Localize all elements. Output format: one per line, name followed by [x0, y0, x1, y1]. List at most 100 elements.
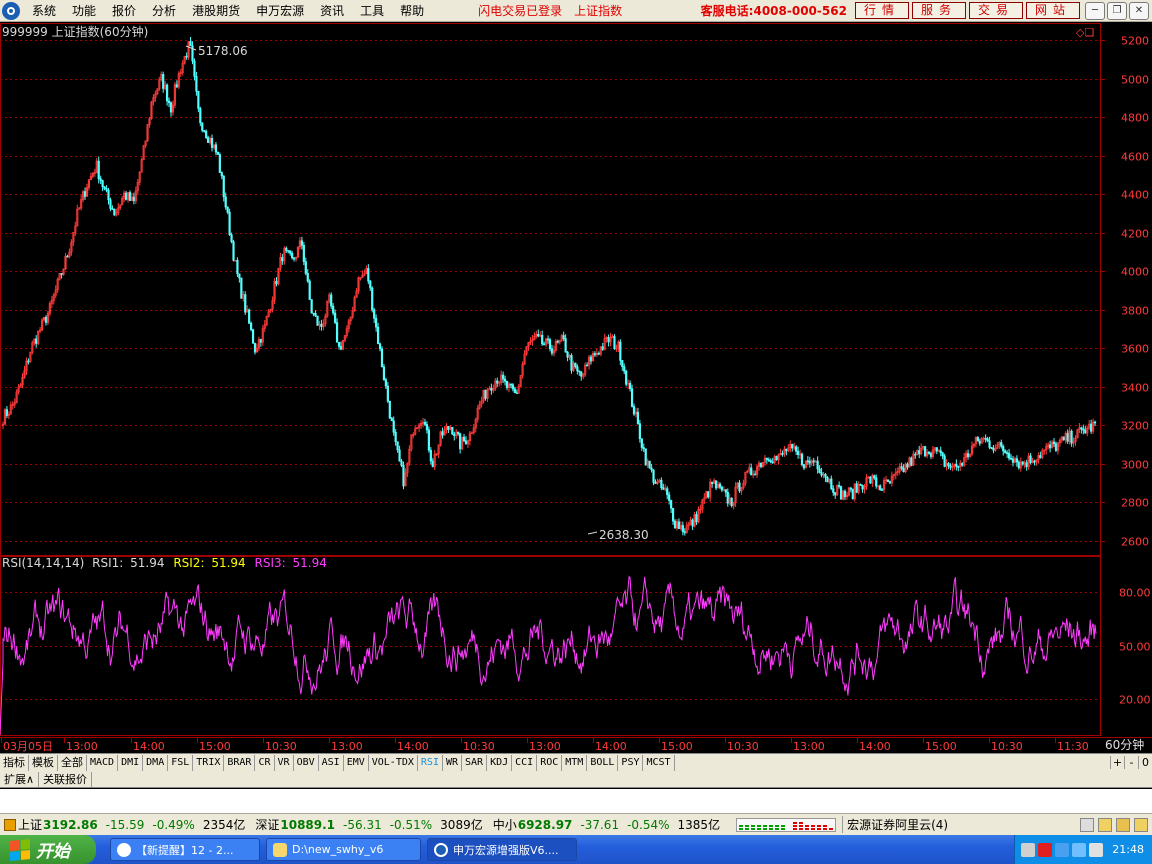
price-tick-label: 3200	[1121, 420, 1149, 433]
task-trading-app[interactable]: 申万宏源增强版V6....	[427, 838, 577, 861]
zoom-out-button[interactable]: -	[1124, 756, 1138, 769]
indicator-tab-bar: 指标 模板 全部 MACD DMI DMA FSL TRIX BRAR CR VR OBV ASI EMV…	[0, 753, 1152, 771]
zoom-reset-button[interactable]: 0	[1138, 756, 1152, 769]
start-button[interactable]: 开始	[0, 835, 96, 864]
candle-body	[578, 370, 581, 373]
start-label: 开始	[36, 842, 70, 862]
restore-icon[interactable]: ❐	[1107, 1, 1127, 20]
candle-body	[677, 521, 681, 529]
service-button[interactable]: 服务	[911, 2, 966, 19]
candle-body	[628, 383, 632, 389]
menu-function[interactable]: 功能	[66, 2, 106, 19]
menu-info[interactable]: 资讯	[314, 2, 354, 19]
candle-body	[652, 469, 655, 483]
security-icon[interactable]	[1038, 842, 1053, 857]
arrow-icon[interactable]	[1021, 842, 1036, 857]
candle-body	[691, 519, 694, 527]
volume-icon[interactable]	[1072, 842, 1087, 857]
candle-body	[107, 189, 110, 201]
market-button[interactable]: 行情	[854, 2, 909, 19]
candle-body	[861, 484, 864, 490]
indicator-tab--[interactable]: 指标	[0, 754, 29, 771]
indicator-tab-cci[interactable]: CCI	[512, 754, 538, 771]
task-folder[interactable]: D:\new_swhy_v6	[266, 838, 421, 861]
candle-body	[873, 475, 876, 479]
indicator-tab-vr[interactable]: VR	[275, 754, 294, 771]
indicator-tab-rsi[interactable]: RSI	[418, 754, 443, 771]
indicator-tab-macd[interactable]: MACD	[87, 754, 119, 771]
period-label[interactable]: 60分钟	[1105, 737, 1144, 752]
time-tick-label: 10:30	[727, 740, 759, 753]
input-method-icon[interactable]	[1089, 842, 1104, 857]
indicator-tab--[interactable]: 模板	[29, 754, 58, 771]
menu-tools[interactable]: 工具	[354, 2, 394, 19]
menu-hk-futures[interactable]: 港股期货	[186, 2, 250, 19]
zx-value: 6928.97	[517, 817, 573, 832]
sh-change: -15.59	[105, 817, 145, 832]
indicator-tab-boll[interactable]: BOLL	[587, 754, 619, 771]
lock-icon[interactable]	[1116, 817, 1130, 832]
price-tick-label: 2600	[1121, 536, 1149, 549]
menu-quote[interactable]: 报价	[106, 2, 146, 19]
candle-body	[429, 449, 432, 462]
chart-toggle-icon[interactable]: ◇❏	[1076, 26, 1094, 39]
rsi3-label: RSI3:	[255, 556, 286, 570]
network-icon[interactable]	[1055, 842, 1070, 857]
candle-body	[935, 447, 938, 452]
indicator-tab-obv[interactable]: OBV	[294, 754, 319, 771]
indicator-tab--[interactable]: 全部	[58, 754, 87, 771]
time-axis: 03月05日 13:00 14:00 15:00 10:30 13:00 14:00 10:3…	[1, 737, 1089, 753]
indicator-tab-trix[interactable]: TRIX	[193, 754, 225, 771]
chart-canvas[interactable]: 2600 2800 3000 3200 3400 3600 3800 4000 4200 4400…	[0, 23, 1152, 753]
website-button[interactable]: 网站	[1025, 2, 1080, 19]
indicator-tab-roc[interactable]: ROC	[537, 754, 563, 771]
candle-body	[1093, 421, 1097, 424]
service-phone: 客服电话:4008-000-562	[700, 4, 847, 18]
candle-body	[961, 463, 964, 466]
zoom-in-button[interactable]: +	[1110, 756, 1124, 769]
indicator-tab-dmi[interactable]: DMI	[118, 754, 144, 771]
indicator-tab-cr[interactable]: CR	[255, 754, 275, 771]
candle-body	[720, 486, 724, 491]
indicator-tab-fsl[interactable]: FSL	[168, 754, 194, 771]
task-browser[interactable]: 【新提醒】12 - 2...	[110, 838, 260, 861]
menu-help[interactable]: 帮助	[394, 2, 434, 19]
indicator-tab-emv[interactable]: EMV	[344, 754, 369, 771]
indicator-tab-wr[interactable]: WR	[443, 754, 463, 771]
candle-body	[197, 90, 200, 109]
low-label: 2638.30	[599, 528, 649, 542]
indicator-tab-mtm[interactable]: MTM	[562, 754, 588, 771]
folder-icon	[273, 842, 287, 857]
indicator-tab-sar[interactable]: SAR	[462, 754, 488, 771]
indicator-tab-asi[interactable]: ASI	[319, 754, 344, 771]
candle-body	[623, 366, 626, 372]
indicator-tab-vol-tdx[interactable]: VOL-TDX	[369, 754, 418, 771]
close-icon[interactable]: ✕	[1129, 1, 1149, 20]
menu-analysis[interactable]: 分析	[146, 2, 186, 19]
signal-icon[interactable]	[1098, 817, 1112, 832]
menu-swhy[interactable]: 申万宏源	[250, 2, 314, 19]
related-quote-tab[interactable]: 关联报价	[39, 771, 93, 787]
expand-tab[interactable]: 扩展∧	[0, 771, 40, 787]
indicator-tab-kdj[interactable]: KDJ	[487, 754, 513, 771]
candle-body	[949, 465, 952, 468]
sh-name[interactable]: 上证	[18, 816, 42, 833]
sz-name[interactable]: 深证	[255, 816, 279, 833]
layout-icon[interactable]	[1080, 817, 1094, 832]
indicator-tab-psy[interactable]: PSY	[618, 754, 644, 771]
candle-body	[918, 450, 921, 455]
rsi-series	[0, 575, 1097, 736]
indicator-tab-dma[interactable]: DMA	[143, 754, 169, 771]
candle-body	[302, 244, 305, 262]
menu-system[interactable]: 系统	[26, 2, 66, 19]
indicator-tab-mcst[interactable]: MCST	[643, 754, 675, 771]
broker-server[interactable]: 宏源证券阿里云(4)	[842, 816, 948, 833]
help-icon[interactable]	[1134, 817, 1148, 832]
candle-body	[927, 451, 931, 454]
minimize-icon[interactable]: ─	[1085, 1, 1105, 20]
zx-name[interactable]: 中小	[493, 816, 517, 833]
indicator-tab-brar[interactable]: BRAR	[224, 754, 256, 771]
candle-body	[1054, 443, 1058, 451]
trade-button[interactable]: 交易	[968, 2, 1023, 19]
candle-body	[820, 472, 823, 476]
